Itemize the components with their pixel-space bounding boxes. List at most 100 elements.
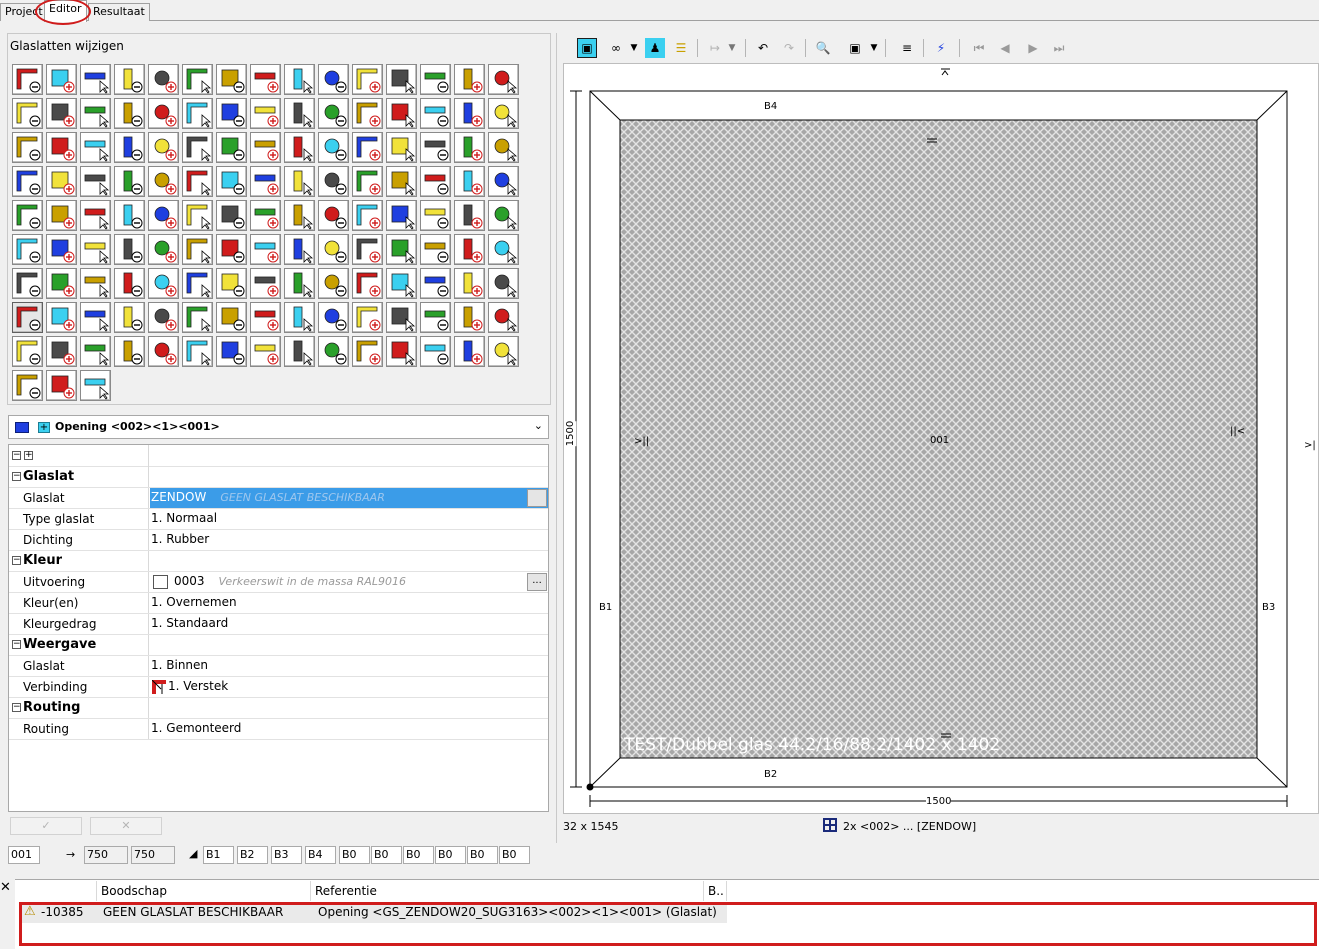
glaslat-tool-icon[interactable]: [420, 132, 451, 163]
b-field-10[interactable]: B0: [499, 846, 530, 864]
prev-page-icon[interactable]: ◀: [995, 38, 1015, 58]
glaslat-tool-icon[interactable]: [80, 166, 111, 197]
glaslat-tool-icon[interactable]: [250, 166, 281, 197]
glaslat-tool-icon[interactable]: [284, 166, 315, 197]
glaslat-tool-icon[interactable]: [148, 166, 179, 197]
glaslat-tool-icon[interactable]: [318, 98, 349, 129]
glaslat-tool-icon[interactable]: [46, 336, 77, 367]
glaslat-tool-icon[interactable]: [454, 268, 485, 299]
glaslat-tool-icon[interactable]: [114, 302, 145, 333]
glaslat-tool-icon[interactable]: [454, 336, 485, 367]
glaslat-tool-icon[interactable]: [182, 64, 213, 95]
glaslat-tool-icon[interactable]: [488, 302, 519, 333]
collapse-icon[interactable]: −: [12, 472, 21, 481]
glaslat-tool-icon[interactable]: [182, 98, 213, 129]
glaslat-tool-icon[interactable]: [420, 336, 451, 367]
glaslat-tool-icon[interactable]: [46, 234, 77, 265]
property-row-weergave-glaslat[interactable]: Glaslat 1. Binnen: [9, 656, 548, 677]
apply-button[interactable]: ✓: [10, 817, 82, 835]
glaslat-tool-icon[interactable]: [250, 200, 281, 231]
glaslat-tool-icon[interactable]: [284, 336, 315, 367]
glaslat-tool-icon[interactable]: [148, 302, 179, 333]
glaslat-tool-icon[interactable]: [420, 98, 451, 129]
collapse-icon[interactable]: −: [12, 556, 21, 565]
glaslat-tool-icon[interactable]: [352, 200, 383, 231]
message-col-boodschap[interactable]: Boodschap: [98, 881, 311, 901]
glaslat-tool-icon[interactable]: [250, 302, 281, 333]
glaslat-tool-icon[interactable]: [114, 98, 145, 129]
glaslat-tool-icon[interactable]: [420, 64, 451, 95]
glaslat-tool-icon[interactable]: [182, 268, 213, 299]
glaslat-tool-icon[interactable]: [148, 98, 179, 129]
glaslat-tool-icon[interactable]: [488, 336, 519, 367]
glaslat-tool-icon[interactable]: [80, 370, 111, 401]
glaslat-tool-icon[interactable]: [80, 98, 111, 129]
width-field-2[interactable]: 750: [131, 846, 175, 864]
glaslat-tool-icon[interactable]: [80, 200, 111, 231]
chevron-down-icon[interactable]: ▼: [727, 38, 737, 58]
dimension-icon[interactable]: ↦: [705, 38, 725, 58]
glaslat-tool-icon[interactable]: [352, 268, 383, 299]
chevron-down-icon[interactable]: ▼: [869, 38, 879, 58]
glaslat-tool-icon[interactable]: [148, 268, 179, 299]
glaslat-tool-icon[interactable]: [318, 336, 349, 367]
property-row-verbinding[interactable]: Verbinding 1. Verstek: [9, 677, 548, 698]
glaslat-tool-icon[interactable]: [318, 64, 349, 95]
property-row-kleurgedrag[interactable]: Kleurgedrag 1. Standaard: [9, 614, 548, 635]
category-kleur[interactable]: − Kleur: [9, 551, 548, 572]
glaslat-tool-icon[interactable]: [318, 234, 349, 265]
first-page-icon[interactable]: ⏮: [969, 38, 989, 58]
last-page-icon[interactable]: ⏭: [1049, 38, 1069, 58]
category-routing[interactable]: − Routing: [9, 698, 548, 719]
glaslat-tool-icon[interactable]: [488, 132, 519, 163]
person-icon[interactable]: ♟: [645, 38, 665, 58]
glaslat-tool-icon[interactable]: [114, 132, 145, 163]
lightning-icon[interactable]: ⚡: [931, 38, 951, 58]
message-col-icon[interactable]: [17, 881, 97, 901]
glaslat-tool-icon[interactable]: [12, 370, 43, 401]
align-left-icon[interactable]: ≡: [897, 38, 917, 58]
glaslat-tool-icon[interactable]: [12, 302, 43, 333]
glaslat-tool-icon[interactable]: [114, 268, 145, 299]
redo-icon[interactable]: ↷: [779, 38, 799, 58]
glaslat-tool-icon[interactable]: [284, 64, 315, 95]
chevron-down-icon[interactable]: ⌄: [534, 419, 543, 432]
glaslat-tool-icon[interactable]: [216, 98, 247, 129]
glaslat-tool-icon[interactable]: [250, 132, 281, 163]
glaslat-tool-icon[interactable]: [488, 200, 519, 231]
glaslat-tool-icon[interactable]: [12, 200, 43, 231]
glaslat-tool-icon[interactable]: [454, 200, 485, 231]
b-field-2[interactable]: B2: [237, 846, 268, 864]
glaslat-tool-icon[interactable]: [12, 166, 43, 197]
glaslat-tool-icon[interactable]: [46, 166, 77, 197]
glaslat-tool-icon[interactable]: [250, 336, 281, 367]
property-row-type-glaslat[interactable]: Type glaslat 1. Normaal: [9, 509, 548, 530]
glaslat-tool-icon[interactable]: [284, 268, 315, 299]
layers-icon[interactable]: ☰: [671, 38, 691, 58]
glaslat-tool-icon[interactable]: [80, 234, 111, 265]
glaslat-tool-icon[interactable]: [148, 234, 179, 265]
glaslat-tool-icon[interactable]: [12, 98, 43, 129]
message-col-b[interactable]: B..: [705, 881, 727, 901]
drawing-canvas[interactable]: B4 B2 B1 B3 001 1500 1500 >|| ||< >| TES…: [563, 63, 1319, 814]
glaslat-tool-icon[interactable]: [352, 98, 383, 129]
property-row-glaslat[interactable]: Glaslat ZENDOW GEEN GLASLAT BESCHIKBAAR: [9, 488, 548, 509]
cancel-button[interactable]: ✕: [90, 817, 162, 835]
glaslat-tool-icon[interactable]: [80, 302, 111, 333]
glaslat-tool-icon[interactable]: [216, 234, 247, 265]
next-page-icon[interactable]: ▶: [1023, 38, 1043, 58]
collapse-icon[interactable]: −: [12, 640, 21, 649]
glaslat-tool-icon[interactable]: [386, 268, 417, 299]
glaslat-tool-icon[interactable]: [352, 336, 383, 367]
glaslat-tool-icon[interactable]: [46, 98, 77, 129]
glaslat-tool-icon[interactable]: [80, 268, 111, 299]
glaslat-tool-icon[interactable]: [454, 98, 485, 129]
glaslat-tool-icon[interactable]: [216, 132, 247, 163]
glaslat-tool-icon[interactable]: [114, 234, 145, 265]
close-icon[interactable]: ✕: [0, 881, 13, 895]
b-field-6[interactable]: B0: [371, 846, 402, 864]
glaslat-tool-icon[interactable]: [182, 200, 213, 231]
glaslat-tool-icon[interactable]: [148, 132, 179, 163]
glaslat-tool-icon[interactable]: [12, 64, 43, 95]
message-col-referentie[interactable]: Referentie: [312, 881, 704, 901]
